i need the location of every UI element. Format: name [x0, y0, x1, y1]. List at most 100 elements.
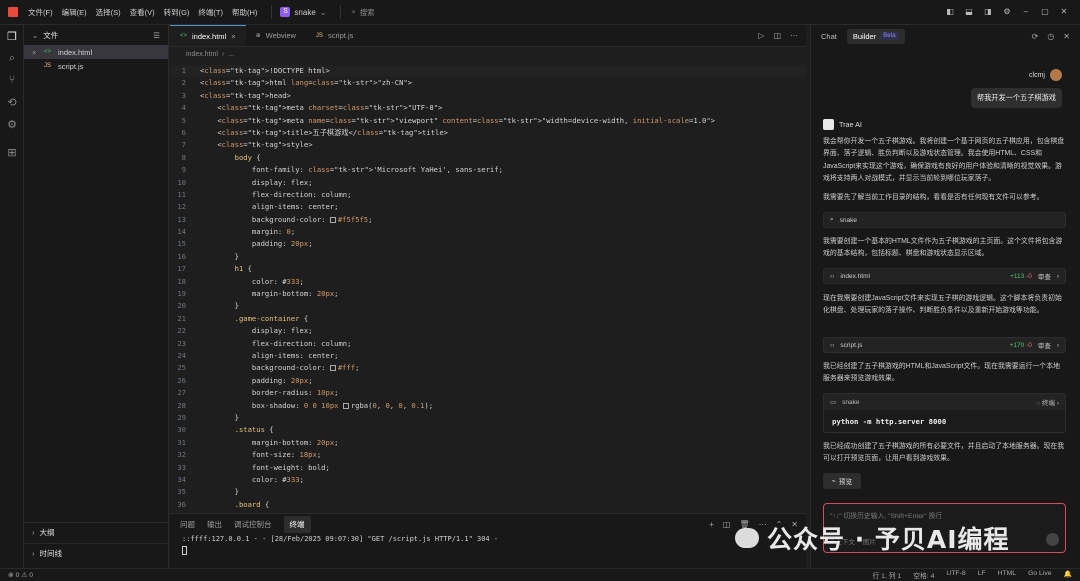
menu-goto[interactable]: 转到(G) [164, 7, 190, 18]
code-line[interactable]: 8 body { [170, 152, 806, 164]
code-line[interactable]: 3 <class="tk-tag">head> [170, 90, 806, 102]
tab-script-js[interactable]: JS script.js [306, 25, 363, 46]
code-line[interactable]: 28 box-shadow: 0 0 10px rgba(0, 0, 0, 0.… [170, 400, 806, 412]
tab-builder[interactable]: Builder Beta [846, 28, 905, 44]
settings-icon[interactable]: ⚙ [1003, 8, 1011, 16]
collapse-all-icon[interactable]: ☰ [153, 31, 160, 40]
menu-edit[interactable]: 编辑(E) [62, 7, 87, 18]
toggle-panel-icon[interactable]: ⬓ [965, 8, 973, 16]
code-line[interactable]: 26 padding: 20px; [170, 375, 806, 387]
code-line[interactable]: 33 font-weight: bold; [170, 462, 806, 474]
indentation[interactable]: 空格: 4 [913, 570, 934, 580]
cursor-position[interactable]: 行 1, 列 1 [873, 570, 902, 580]
code-line[interactable]: 35 } [170, 486, 806, 498]
code-line[interactable]: 2 <class="tk-tag">html lang=class="tk-str… [170, 77, 806, 89]
code-line[interactable]: 29 } [170, 412, 806, 424]
close-icon[interactable]: × [32, 48, 40, 57]
code-line[interactable]: 18 color: #333; [170, 276, 806, 288]
code-line[interactable]: 24 align-items: center; [170, 350, 806, 362]
bell-icon[interactable]: 🔔 [1064, 570, 1072, 580]
tab-output[interactable]: 输出 [207, 519, 222, 530]
code-line[interactable]: 25 background-color: #fff; [170, 362, 806, 374]
code-line[interactable]: 19 margin-bottom: 20px; [170, 288, 806, 300]
code-line[interactable]: 17 h1 { [170, 263, 806, 275]
debug-icon[interactable]: ⚙ [0, 113, 24, 135]
code-line[interactable]: 23 flex-direction: column; [170, 338, 806, 350]
review-button[interactable]: 审查 [1038, 271, 1051, 281]
close-icon[interactable]: ✕ [1063, 32, 1070, 41]
maximize-icon[interactable]: ▢ [1041, 8, 1049, 16]
code-line[interactable]: 34 color: #333; [170, 474, 806, 486]
tab-webview[interactable]: ⊕ Webview [246, 25, 306, 46]
tab-chat[interactable]: Chat [821, 32, 837, 41]
code-line[interactable]: 30 .status { [170, 424, 806, 436]
search-result-card[interactable]: ⌕ snake [823, 212, 1066, 228]
breadcrumb-more[interactable]: ... [228, 51, 234, 58]
menu-terminal[interactable]: 终端(T) [198, 7, 223, 18]
tab-debug-console[interactable]: 调试控制台 [234, 519, 272, 530]
run-icon[interactable]: ▷ [758, 31, 764, 40]
extensions-remote-icon[interactable]: ⟲ [0, 91, 24, 113]
code-line[interactable]: 22 display: flex; [170, 325, 806, 337]
source-control-icon[interactable]: ⑂ [0, 69, 24, 91]
code-line[interactable]: 32 font-size: 18px; [170, 449, 806, 461]
tab-problems[interactable]: 问题 [180, 519, 195, 530]
code-line[interactable]: 9 font-family: class="tk-str">'Microsoft… [170, 164, 806, 176]
go-live-button[interactable]: Go Live [1028, 570, 1051, 580]
code-line[interactable]: 10 display: flex; [170, 177, 806, 189]
code-line[interactable]: 15 padding: 20px; [170, 238, 806, 250]
file-item-index-html[interactable]: × <> index.html [24, 45, 168, 59]
tab-terminal[interactable]: 终端 [283, 515, 311, 533]
language-mode[interactable]: HTML [998, 570, 1017, 580]
split-terminal-icon[interactable]: ◫ [723, 520, 731, 529]
code-line[interactable]: 12 align-items: center; [170, 201, 806, 213]
menu-select[interactable]: 选择(S) [96, 7, 121, 18]
explorer-icon[interactable]: ❐ [0, 25, 24, 47]
code-line[interactable]: 14 margin: 0; [170, 226, 806, 238]
code-line[interactable]: 1 <class="tk-tag">!DOCTYPE html> [170, 65, 806, 78]
close-icon[interactable]: ✕ [1060, 8, 1068, 16]
open-terminal-button[interactable]: ◌ 终端 › [1036, 397, 1059, 407]
extensions-icon[interactable]: ⊞ [0, 141, 24, 163]
outline-section[interactable]: › 大纲 [24, 522, 169, 542]
code-line[interactable]: 36 .board { [170, 499, 806, 511]
terminal-output[interactable]: ::ffff:127.0.0.1 - - [28/Feb/2025 09:07:… [170, 534, 806, 555]
code-line[interactable]: 27 border-radius: 10px; [170, 387, 806, 399]
preview-button[interactable]: ⌁ 预览 [823, 473, 861, 489]
new-chat-icon[interactable]: ⟳ [1032, 32, 1039, 41]
tab-index-html[interactable]: <> index.html × [170, 25, 246, 46]
file-change-card-script[interactable]: ‹› script.js +170 -0 审查 › [823, 337, 1066, 353]
more-icon[interactable]: ⋯ [790, 31, 798, 40]
menu-help[interactable]: 帮助(H) [232, 7, 257, 18]
code-line[interactable]: 31 margin-bottom: 20px; [170, 437, 806, 449]
line-ending[interactable]: LF [978, 570, 986, 580]
problems-status[interactable]: ⊗ 0 ⚠ 0 [8, 571, 33, 579]
file-change-card-index[interactable]: ‹› index.html +113 -0 审查 › [823, 268, 1066, 284]
explorer-header[interactable]: ⌄ 文件 ☰ [24, 25, 168, 45]
timeline-section[interactable]: › 时间线 [24, 543, 169, 563]
encoding[interactable]: UTF-8 [946, 570, 965, 580]
project-switcher[interactable]: S snake ⌄ [271, 5, 326, 19]
menu-file[interactable]: 文件(F) [28, 7, 53, 18]
code-line[interactable]: 11 flex-direction: column; [170, 189, 806, 201]
review-button[interactable]: 审查 [1038, 340, 1051, 350]
global-search[interactable]: ⌕ 搜索 [340, 5, 375, 19]
code-line[interactable]: 6 <class="tk-tag">title>五子棋游戏</class="tk… [170, 127, 806, 139]
file-item-script-js[interactable]: JS script.js [24, 59, 168, 73]
toggle-sidebar-icon[interactable]: ◧ [946, 8, 954, 16]
code-line[interactable]: 4 <class="tk-tag">meta charset=class="tk… [170, 102, 806, 114]
code-line[interactable]: 7 <class="tk-tag">style> [170, 139, 806, 151]
history-icon[interactable]: ◷ [1047, 32, 1054, 41]
minimize-icon[interactable]: – [1022, 8, 1030, 16]
menu-view[interactable]: 查看(V) [130, 7, 155, 18]
toggle-aux-icon[interactable]: ◨ [984, 8, 992, 16]
split-editor-icon[interactable]: ◫ [773, 31, 781, 40]
search-view-icon[interactable]: ⌕ [0, 47, 24, 69]
code-editor[interactable]: 1 <class="tk-tag">!DOCTYPE html> 2 <class="… [170, 65, 806, 511]
breadcrumb-file[interactable]: index.html [186, 51, 218, 58]
code-line[interactable]: 20 } [170, 300, 806, 312]
code-line[interactable]: 21 .game-container { [170, 313, 806, 325]
send-button[interactable] [1046, 533, 1059, 546]
code-line[interactable]: 5 <class="tk-tag">meta name=class="tk-st… [170, 115, 806, 127]
close-icon[interactable]: × [231, 32, 235, 41]
